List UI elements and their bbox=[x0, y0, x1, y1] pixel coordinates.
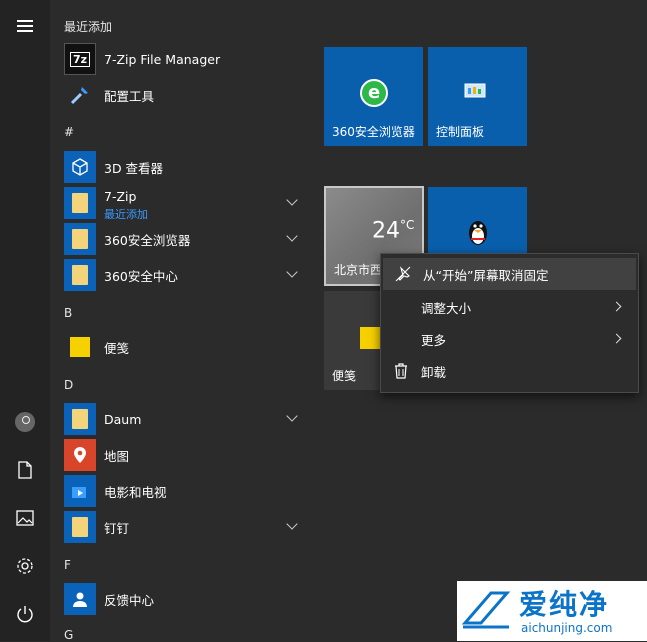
list-item-360-browser[interactable]: 360安全浏览器 bbox=[64, 222, 310, 256]
power-icon[interactable] bbox=[0, 594, 50, 634]
menu-item-unpin[interactable]: 从“开始”屏幕取消固定 bbox=[383, 258, 636, 290]
list-item-7zip-manager[interactable]: 7z 7-Zip File Manager bbox=[64, 42, 310, 76]
list-item-movies-tv[interactable]: 电影和电视 bbox=[64, 474, 310, 508]
folder-icon bbox=[64, 511, 96, 543]
browser-e-icon: e bbox=[360, 79, 388, 107]
tile-360-browser[interactable]: e 360安全浏览器 bbox=[324, 47, 423, 146]
film-icon bbox=[64, 475, 96, 507]
section-d: D bbox=[64, 378, 74, 392]
chevron-down-icon[interactable] bbox=[286, 266, 298, 278]
folder-icon bbox=[64, 187, 96, 219]
pictures-icon[interactable] bbox=[0, 498, 50, 538]
unpin-icon bbox=[383, 266, 423, 282]
sticky-note-icon bbox=[360, 327, 382, 349]
menu-icon[interactable] bbox=[0, 6, 50, 46]
watermark: 爱纯净 aichunjing.com bbox=[457, 581, 647, 641]
folder-icon bbox=[64, 223, 96, 255]
watermark-logo-icon bbox=[461, 587, 511, 631]
trash-icon bbox=[381, 363, 421, 379]
settings-icon[interactable] bbox=[0, 546, 50, 586]
menu-item-uninstall[interactable]: 卸载 bbox=[381, 355, 638, 387]
app-list: 最近添加 7z 7-Zip File Manager 配置工具 # 3D 查看器… bbox=[50, 0, 312, 642]
recently-added-badge: 最近添加 bbox=[104, 208, 148, 221]
chevron-down-icon[interactable] bbox=[286, 230, 298, 242]
qq-penguin-icon bbox=[466, 217, 490, 251]
chevron-down-icon[interactable] bbox=[286, 194, 298, 206]
tile-control-panel[interactable]: 控制面板 bbox=[428, 47, 527, 146]
section-hash: # bbox=[64, 125, 75, 139]
chevron-down-icon[interactable] bbox=[286, 410, 298, 422]
list-item-maps[interactable]: 地图 bbox=[64, 438, 310, 472]
document-icon[interactable] bbox=[0, 450, 50, 490]
chevron-right-icon bbox=[611, 301, 622, 312]
section-b: B bbox=[64, 306, 73, 320]
start-rail bbox=[0, 0, 50, 641]
chevron-down-icon[interactable] bbox=[286, 518, 298, 530]
cube-icon bbox=[64, 151, 96, 183]
menu-item-more[interactable]: 更多 bbox=[381, 323, 638, 355]
tools-icon bbox=[64, 79, 96, 111]
feedback-person-icon bbox=[64, 583, 96, 615]
section-g: G bbox=[64, 628, 74, 642]
user-icon[interactable] bbox=[0, 402, 50, 442]
tile-context-menu: 从“开始”屏幕取消固定 调整大小 更多 卸载 bbox=[380, 253, 639, 393]
list-item-360-security[interactable]: 360安全中心 bbox=[64, 258, 310, 292]
section-f: F bbox=[64, 558, 71, 572]
list-item-7zip-folder[interactable]: 7-Zip 最近添加 bbox=[64, 186, 310, 221]
list-item-sticky-notes[interactable]: 便笺 bbox=[64, 330, 310, 364]
weather-temperature: 24°C bbox=[372, 218, 415, 244]
list-item-feedback-hub[interactable]: 反馈中心 bbox=[64, 582, 310, 616]
list-item-3d-viewer[interactable]: 3D 查看器 bbox=[64, 150, 310, 184]
folder-icon bbox=[64, 259, 96, 291]
folder-icon bbox=[64, 403, 96, 435]
sticky-note-icon bbox=[64, 331, 96, 363]
chevron-right-icon bbox=[611, 333, 622, 344]
menu-item-resize[interactable]: 调整大小 bbox=[381, 291, 638, 323]
map-pin-icon bbox=[64, 439, 96, 471]
list-item-dingtalk[interactable]: 钉钉 bbox=[64, 510, 310, 544]
7zip-icon: 7z bbox=[64, 43, 96, 75]
control-panel-icon bbox=[464, 83, 486, 105]
list-item-daum[interactable]: Daum bbox=[64, 402, 310, 436]
list-item-config-tool[interactable]: 配置工具 bbox=[64, 78, 310, 112]
section-recent: 最近添加 bbox=[64, 20, 113, 34]
